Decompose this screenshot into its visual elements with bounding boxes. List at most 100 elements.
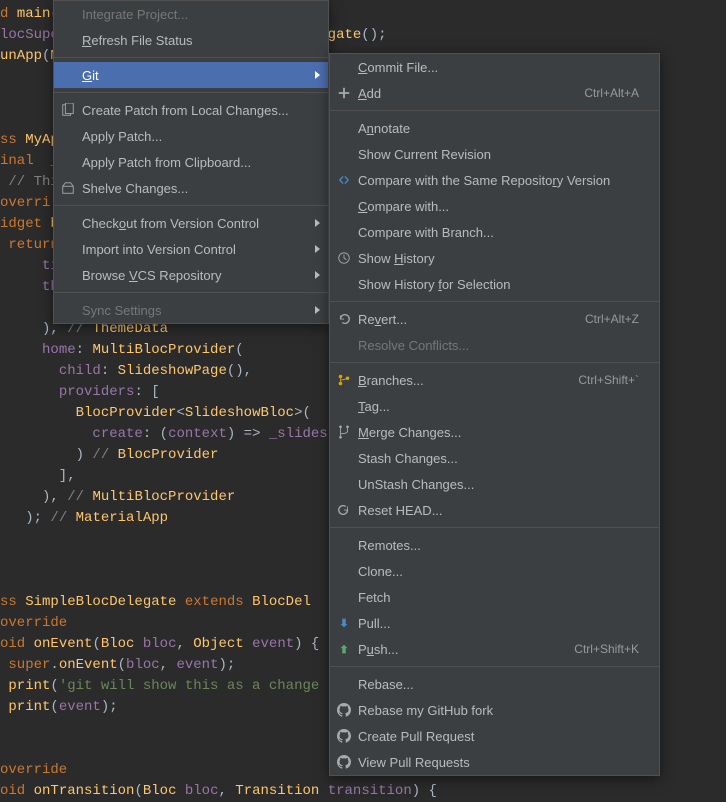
git-menu-item-commit-file[interactable]: Commit File...: [330, 54, 659, 80]
menu-item-shortcut: Ctrl+Shift+`: [578, 373, 639, 387]
vcs-menu-item-integrate-project: Integrate Project...: [54, 1, 328, 27]
vcs-menu-item-refresh-file-status[interactable]: Refresh File Status: [54, 27, 328, 53]
git-menu-item-remotes[interactable]: Remotes...: [330, 532, 659, 558]
git-menu-item-rebase-my-github-fork[interactable]: Rebase my GitHub fork: [330, 697, 659, 723]
menu-item-label: Sync Settings: [82, 303, 308, 318]
menu-item-label: Apply Patch from Clipboard...: [82, 155, 308, 170]
reset-icon: [336, 502, 352, 518]
git-menu-item-compare-with-branch[interactable]: Compare with Branch...: [330, 219, 659, 245]
menu-item-label: Integrate Project...: [82, 7, 308, 22]
push-icon: [336, 641, 352, 657]
menu-item-label: Compare with the Same Repository Version: [358, 173, 639, 188]
git-menu-item-merge-changes[interactable]: Merge Changes...: [330, 419, 659, 445]
menu-item-label: Tag...: [358, 399, 639, 414]
menu-separator: [330, 666, 659, 667]
git-menu-item-annotate[interactable]: Annotate: [330, 115, 659, 141]
vcs-menu-item-git[interactable]: Git: [54, 62, 328, 88]
menu-item-label: Shelve Changes...: [82, 181, 308, 196]
history-icon: [336, 250, 352, 266]
git-menu-item-show-history[interactable]: Show History: [330, 245, 659, 271]
git-menu-item-view-pull-requests[interactable]: View Pull Requests: [330, 749, 659, 775]
menu-item-label: Merge Changes...: [358, 425, 639, 440]
git-menu-item-revert[interactable]: Revert...Ctrl+Alt+Z: [330, 306, 659, 332]
menu-item-shortcut: Ctrl+Alt+Z: [585, 312, 639, 326]
revert-icon: [336, 311, 352, 327]
menu-item-label: View Pull Requests: [358, 755, 639, 770]
git-menu-item-show-history-for-selection[interactable]: Show History for Selection: [330, 271, 659, 297]
menu-item-label: Compare with...: [358, 199, 639, 214]
vcs-menu-item-apply-patch[interactable]: Apply Patch...: [54, 123, 328, 149]
git-menu-item-resolve-conflicts: Resolve Conflicts...: [330, 332, 659, 358]
menu-item-label: Refresh File Status: [82, 33, 308, 48]
menu-item-label: Resolve Conflicts...: [358, 338, 639, 353]
git-menu-item-unstash-changes[interactable]: UnStash Changes...: [330, 471, 659, 497]
menu-item-label: Reset HEAD...: [358, 503, 639, 518]
menu-item-shortcut: Ctrl+Alt+A: [584, 86, 639, 100]
menu-item-label: Annotate: [358, 121, 639, 136]
menu-item-label: Browse VCS Repository: [82, 268, 308, 283]
submenu-arrow-icon: [315, 71, 320, 79]
git-menu-item-push[interactable]: Push...Ctrl+Shift+K: [330, 636, 659, 662]
menu-item-label: Create Pull Request: [358, 729, 639, 744]
menu-separator: [54, 205, 328, 206]
menu-item-label: Show History: [358, 251, 639, 266]
menu-item-shortcut: Ctrl+Shift+K: [574, 642, 639, 656]
menu-item-label: Pull...: [358, 616, 639, 631]
submenu-arrow-icon: [315, 271, 320, 279]
patch-icon: [60, 102, 76, 118]
vcs-menu-item-shelve-changes[interactable]: Shelve Changes...: [54, 175, 328, 201]
menu-item-label: Fetch: [358, 590, 639, 605]
git-menu-item-branches[interactable]: Branches...Ctrl+Shift+`: [330, 367, 659, 393]
vcs-menu-item-create-patch-from-local-changes[interactable]: Create Patch from Local Changes...: [54, 97, 328, 123]
vcs-menu-item-checkout-from-version-control[interactable]: Checkout from Version Control: [54, 210, 328, 236]
menu-item-label: Revert...: [358, 312, 585, 327]
vcs-menu-item-apply-patch-from-clipboard[interactable]: Apply Patch from Clipboard...: [54, 149, 328, 175]
vcs-context-menu[interactable]: Integrate Project... Refresh File Status G…: [53, 0, 329, 324]
menu-item-label: Show History for Selection: [358, 277, 639, 292]
menu-item-label: Branches...: [358, 373, 578, 388]
git-menu-item-stash-changes[interactable]: Stash Changes...: [330, 445, 659, 471]
menu-separator: [330, 110, 659, 111]
submenu-arrow-icon: [315, 219, 320, 227]
menu-separator: [54, 292, 328, 293]
git-menu-item-show-current-revision[interactable]: Show Current Revision: [330, 141, 659, 167]
branch-icon: [336, 372, 352, 388]
vcs-menu-item-browse-vcs-repository[interactable]: Browse VCS Repository: [54, 262, 328, 288]
submenu-arrow-icon: [315, 245, 320, 253]
menu-item-label: Import into Version Control: [82, 242, 308, 257]
add-icon: [336, 85, 352, 101]
menu-item-label: Rebase my GitHub fork: [358, 703, 639, 718]
diff-icon: [336, 172, 352, 188]
menu-item-label: Clone...: [358, 564, 639, 579]
menu-item-label: Git: [82, 68, 308, 83]
github-icon: [336, 702, 352, 718]
menu-item-label: Remotes...: [358, 538, 639, 553]
menu-item-label: Commit File...: [358, 60, 639, 75]
git-menu-item-add[interactable]: AddCtrl+Alt+A: [330, 80, 659, 106]
git-menu-item-rebase[interactable]: Rebase...: [330, 671, 659, 697]
menu-separator: [330, 301, 659, 302]
git-menu-item-fetch[interactable]: Fetch: [330, 584, 659, 610]
git-menu-item-tag[interactable]: Tag...: [330, 393, 659, 419]
menu-item-label: Compare with Branch...: [358, 225, 639, 240]
git-menu-item-create-pull-request[interactable]: Create Pull Request: [330, 723, 659, 749]
vcs-menu-item-sync-settings: Sync Settings: [54, 297, 328, 323]
git-menu-item-reset-head[interactable]: Reset HEAD...: [330, 497, 659, 523]
git-menu-item-compare-with[interactable]: Compare with...: [330, 193, 659, 219]
git-menu-item-compare-with-the-same-repository-version[interactable]: Compare with the Same Repository Version: [330, 167, 659, 193]
menu-item-label: Apply Patch...: [82, 129, 308, 144]
menu-item-label: Create Patch from Local Changes...: [82, 103, 308, 118]
git-submenu[interactable]: Commit File... AddCtrl+Alt+A Annotate Show …: [329, 53, 660, 776]
menu-separator: [54, 57, 328, 58]
pull-icon: [336, 615, 352, 631]
git-menu-item-pull[interactable]: Pull...: [330, 610, 659, 636]
menu-separator: [330, 527, 659, 528]
menu-item-label: UnStash Changes...: [358, 477, 639, 492]
menu-item-label: Show Current Revision: [358, 147, 639, 162]
git-menu-item-clone[interactable]: Clone...: [330, 558, 659, 584]
menu-item-label: Checkout from Version Control: [82, 216, 308, 231]
github-icon: [336, 728, 352, 744]
merge-icon: [336, 424, 352, 440]
menu-separator: [54, 92, 328, 93]
vcs-menu-item-import-into-version-control[interactable]: Import into Version Control: [54, 236, 328, 262]
